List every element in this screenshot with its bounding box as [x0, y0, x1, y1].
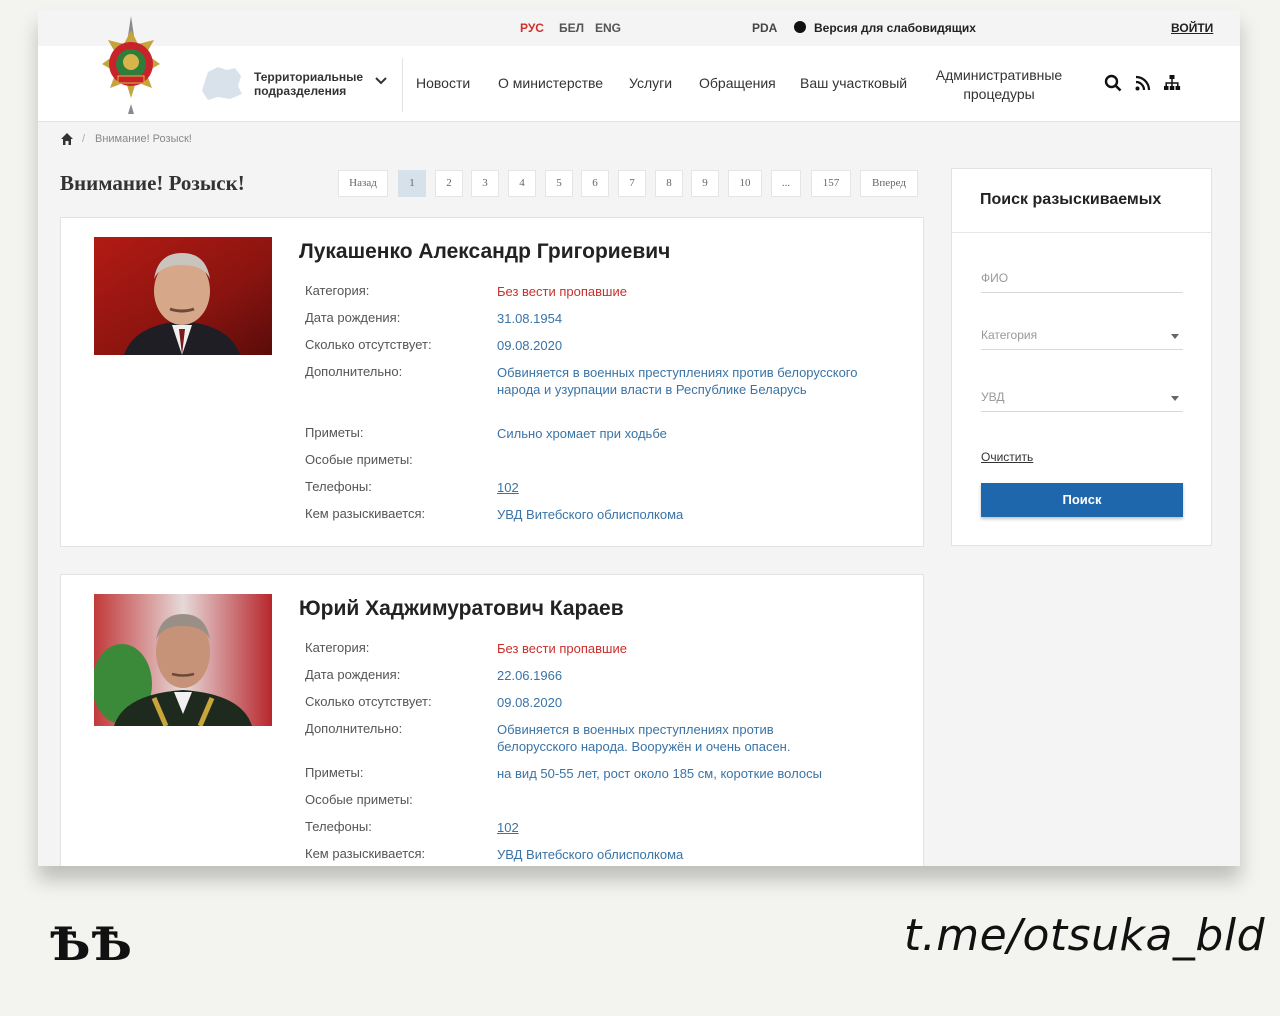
ministry-emblem-logo[interactable]	[98, 16, 164, 114]
label-absent-since: Сколько отсутствует:	[305, 337, 432, 352]
breadcrumb-separator: /	[82, 133, 86, 145]
territorial-units-menu[interactable]: Территориальные подразделения	[254, 70, 374, 98]
pagination-ellipsis: ...	[771, 170, 801, 197]
label-special-signs: Особые приметы:	[305, 792, 413, 807]
watermark-telegram-handle: t.me/otsuka_bld	[904, 910, 1266, 961]
label-category: Категория:	[305, 640, 370, 655]
pagination-page[interactable]: 157	[811, 170, 851, 197]
value-category: Без вести пропавшие	[497, 641, 627, 656]
label-birth-date: Дата рождения:	[305, 310, 401, 325]
pagination-prev[interactable]: Назад	[338, 170, 388, 197]
person-name[interactable]: Лукашенко Александр Григориевич	[299, 240, 670, 264]
search-panel-divider	[952, 232, 1211, 233]
value-birth-date: 22.06.1966	[497, 668, 563, 683]
value-category: Без вести пропавшие	[497, 284, 627, 299]
home-icon[interactable]	[60, 132, 74, 146]
search-panel-title: Поиск разыскиваемых	[980, 191, 1162, 208]
browser-page: РУС БЕЛ ENG PDA Версия для слабовидящих …	[38, 10, 1240, 866]
wanted-search-panel: Поиск разыскиваемых ФИО Категория УВД Оч…	[951, 168, 1212, 546]
value-birth-date: 31.08.1954	[497, 311, 563, 326]
page-title: Внимание! Розыск!	[60, 171, 245, 195]
login-link[interactable]: ВОЙТИ	[1171, 21, 1213, 35]
fio-input[interactable]: ФИО	[981, 271, 1183, 293]
nav-district-officer[interactable]: Ваш участковый	[800, 75, 907, 91]
label-birth-date: Дата рождения:	[305, 667, 401, 682]
wanted-person-card: Лукашенко Александр Григориевич Категори…	[60, 217, 924, 547]
label-special-signs: Особые приметы:	[305, 452, 413, 467]
value-wanted-by: УВД Витебского облисполкома	[497, 507, 684, 522]
lang-be-link[interactable]: БЕЛ	[559, 21, 584, 35]
pagination-page[interactable]: 10	[728, 170, 762, 197]
nav-news[interactable]: Новости	[416, 75, 470, 91]
chevron-down-icon[interactable]	[374, 74, 388, 88]
value-signs: Сильно хромает при ходьбе	[497, 426, 667, 441]
search-button[interactable]: Поиск	[981, 483, 1183, 517]
category-select[interactable]: Категория	[981, 328, 1183, 350]
eye-dot-icon[interactable]	[794, 21, 806, 33]
value-additional: Обвиняется в военных преступлениях проти…	[497, 365, 858, 397]
label-signs: Приметы:	[305, 765, 364, 780]
phone-link[interactable]: 102	[497, 819, 519, 836]
pagination-page[interactable]: 5	[545, 170, 573, 197]
label-additional: Дополнительно:	[305, 721, 403, 736]
label-phones: Телефоны:	[305, 819, 372, 834]
person-photo[interactable]	[94, 594, 272, 726]
wanted-person-card: Юрий Хаджимуратович Караев Категория: Бе…	[60, 574, 924, 866]
category-select-placeholder: Категория	[981, 328, 1038, 342]
nav-services[interactable]: Услуги	[629, 75, 672, 91]
low-vision-link[interactable]: Версия для слабовидящих	[814, 21, 976, 35]
value-additional: Обвиняется в военных преступлениях проти…	[497, 722, 791, 754]
rss-icon[interactable]	[1134, 74, 1152, 92]
person-photo[interactable]	[94, 237, 272, 355]
value-signs: на вид 50-55 лет, рост около 185 см, кор…	[497, 766, 822, 781]
phone-link[interactable]: 102	[497, 479, 519, 496]
caret-down-icon	[1171, 334, 1179, 339]
header-divider	[402, 58, 403, 112]
pagination-page[interactable]: 7	[618, 170, 646, 197]
watermark-logo: ѢѢ	[50, 917, 133, 971]
caret-down-icon	[1171, 396, 1179, 401]
label-signs: Приметы:	[305, 425, 364, 440]
top-bar: РУС БЕЛ ENG PDA Версия для слабовидящих …	[38, 10, 1240, 46]
uvd-select[interactable]: УВД	[981, 390, 1183, 412]
label-wanted-by: Кем разыскивается:	[305, 846, 426, 861]
lang-ru-link[interactable]: РУС	[520, 21, 544, 35]
lang-en-link[interactable]: ENG	[595, 21, 621, 35]
label-wanted-by: Кем разыскивается:	[305, 506, 426, 521]
nav-about-ministry[interactable]: О министерстве	[498, 75, 603, 91]
value-wanted-by: УВД Витебского облисполкома	[497, 847, 684, 862]
nav-admin-procedures[interactable]: Административные процедуры	[924, 66, 1074, 104]
clear-link[interactable]: Очистить	[981, 450, 1033, 464]
sitemap-icon[interactable]	[1163, 74, 1181, 92]
belarus-map-icon	[202, 67, 242, 100]
value-absent-since: 09.08.2020	[497, 695, 563, 710]
uvd-select-placeholder: УВД	[981, 390, 1005, 404]
main-header: Территориальные подразделения Новости О …	[38, 16, 1240, 122]
pagination-page[interactable]: 2	[435, 170, 463, 197]
label-category: Категория:	[305, 283, 370, 298]
pagination-page[interactable]: 9	[691, 170, 719, 197]
label-absent-since: Сколько отсутствует:	[305, 694, 432, 709]
pagination-page[interactable]: 6	[581, 170, 609, 197]
pagination-next[interactable]: Вперед	[860, 170, 918, 197]
pagination-page[interactable]: 8	[655, 170, 683, 197]
pagination-page[interactable]: 4	[508, 170, 536, 197]
person-name[interactable]: Юрий Хаджимуратович Караев	[299, 597, 624, 621]
pagination-page[interactable]: 1	[398, 170, 426, 197]
nav-appeals[interactable]: Обращения	[699, 75, 776, 91]
pagination-page[interactable]: 3	[471, 170, 499, 197]
value-absent-since: 09.08.2020	[497, 338, 563, 353]
label-phones: Телефоны:	[305, 479, 372, 494]
pda-link[interactable]: PDA	[752, 21, 777, 35]
search-icon[interactable]	[1104, 74, 1122, 92]
breadcrumb-current: Внимание! Розыск!	[95, 133, 192, 145]
label-additional: Дополнительно:	[305, 364, 403, 379]
